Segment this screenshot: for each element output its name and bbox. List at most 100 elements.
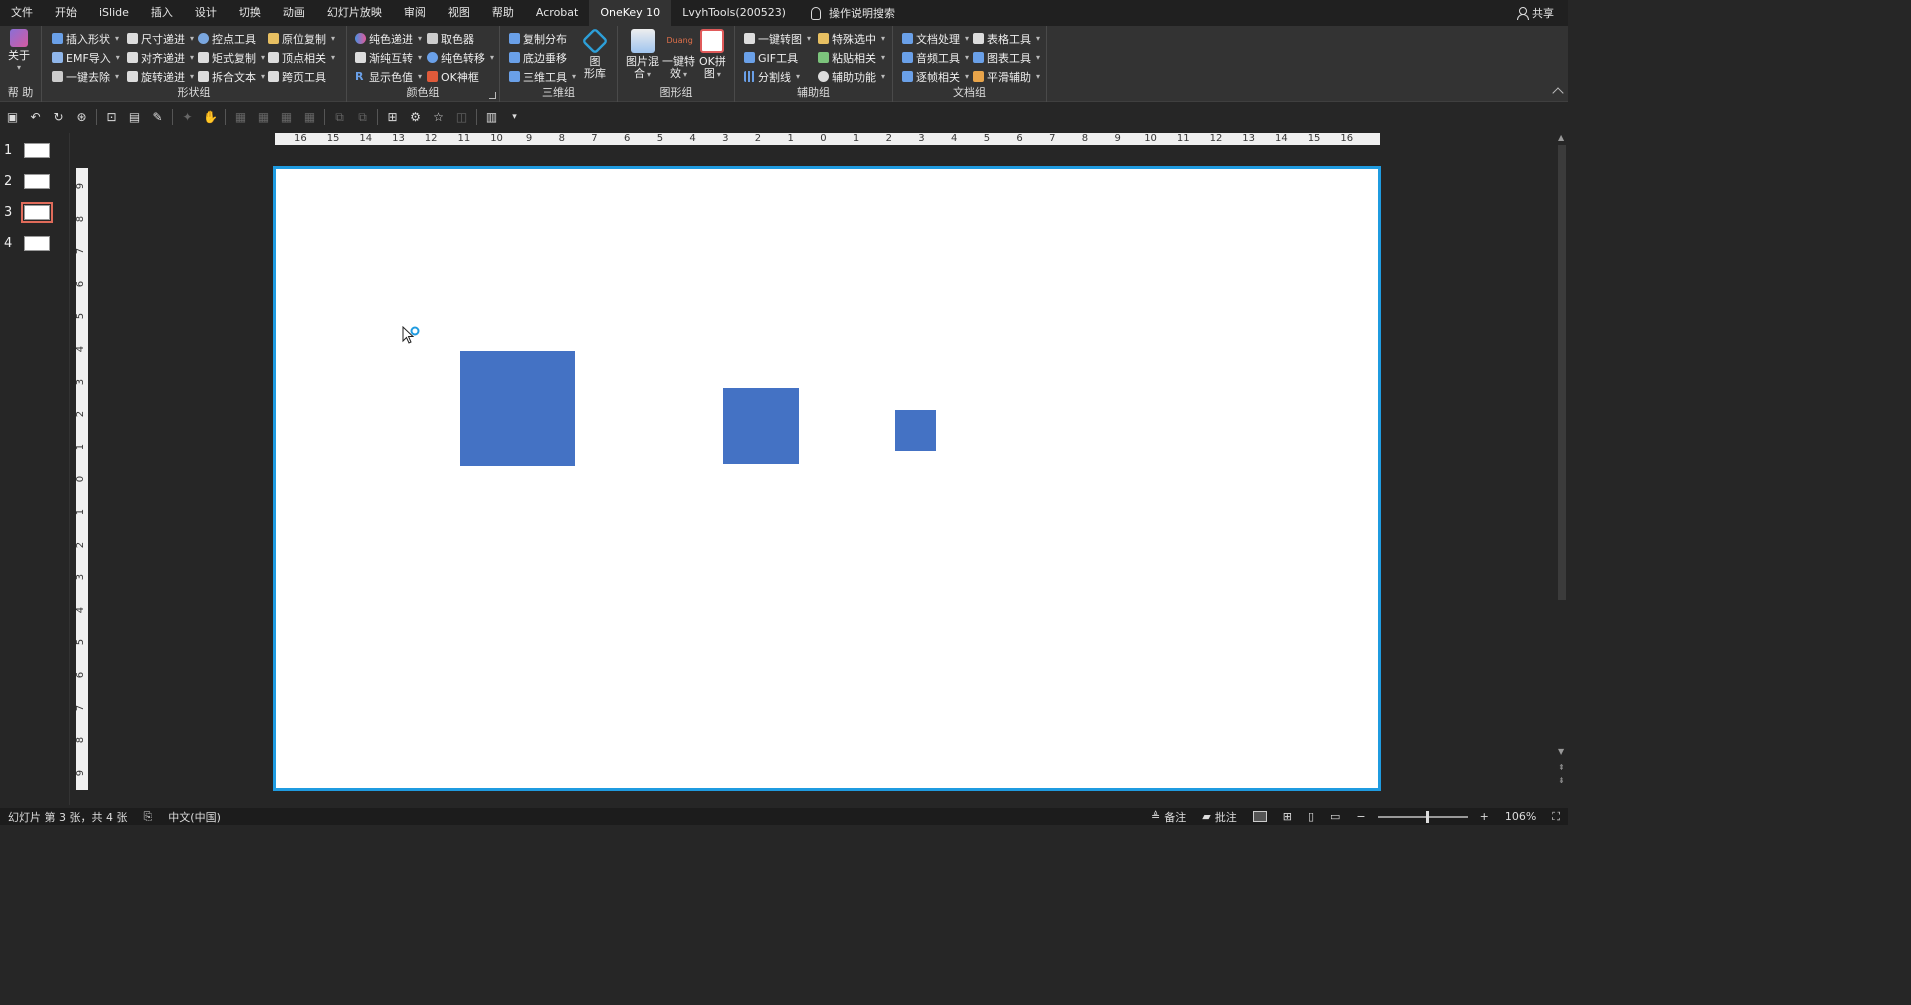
matrix-copy-button[interactable]: 矩式复制 [198, 48, 265, 67]
tab-animations[interactable]: 动画 [272, 0, 316, 26]
tab-design[interactable]: 设计 [184, 0, 228, 26]
hand-icon[interactable]: ✋ [202, 109, 219, 126]
fit-to-window-icon[interactable]: ⛶ [1544, 810, 1568, 824]
slideshow-button[interactable]: ▭ [1322, 810, 1348, 823]
tab-home[interactable]: 开始 [44, 0, 88, 26]
textbox-icon[interactable]: ▤ [126, 109, 143, 126]
save-icon[interactable]: ▣ [4, 109, 21, 126]
about-button[interactable]: 关于 ▾ [8, 29, 30, 74]
in-place-copy-button[interactable]: 原位复制 [268, 29, 335, 48]
solid-color-transfer-button[interactable]: 纯色转移 [427, 48, 494, 67]
assist-icon [818, 71, 829, 82]
customize-toolbar-icon[interactable]: ▾ [506, 109, 523, 126]
ok-puzzle-button[interactable]: OK拼 图 [699, 29, 726, 81]
chart-tool-button[interactable]: 图表工具 [973, 48, 1040, 67]
zoom-out-button[interactable]: − [1348, 810, 1373, 823]
slide-thumbnail[interactable]: 1 [4, 143, 50, 158]
star-icon[interactable]: ☆ [430, 109, 447, 126]
horizontal-ruler[interactable]: 16 15 14 13 12 11 10 9 8 7 6 5 4 3 2 1 0 1 2 3 4 5 6 7 8 9 10 11 12 1… [275, 133, 1380, 145]
special-select-button[interactable]: 特殊选中 [818, 29, 885, 48]
undo-icon[interactable]: ↶ [27, 109, 44, 126]
accessibility-icon[interactable]: ⎘ [135, 810, 160, 824]
group-icon: ⧉ [335, 109, 344, 124]
vertical-ruler[interactable]: 9 8 7 6 5 4 3 2 1 0 1 2 3 4 5 6 7 8 9 [76, 168, 88, 790]
gif-tool-button[interactable]: GIF工具 [744, 48, 811, 67]
slide-preview [24, 236, 50, 251]
slide-sorter-button[interactable]: ⊞ [1275, 810, 1300, 823]
slide-thumbnail[interactable]: 2 [4, 174, 50, 189]
gradient-solid-convert-button[interactable]: 渐纯互转 [355, 48, 422, 67]
notes-button[interactable]: ≜ 备注 [1143, 809, 1194, 825]
one-click-effect-button[interactable]: Duang 一键特 效 [662, 29, 695, 81]
vertex-related-button[interactable]: 顶点相关 [268, 48, 335, 67]
ruler-tick-label: 8 [1081, 133, 1089, 144]
format-painter-icon[interactable]: ⊛ [73, 109, 90, 126]
powerpoint-window: 文件 开始 iSlide 插入 设计 切换 动画 幻灯片放映 审阅 视图 帮助 … [0, 0, 1568, 825]
tab-insert[interactable]: 插入 [140, 0, 184, 26]
document-process-button[interactable]: 文档处理 [902, 29, 969, 48]
control-point-tool-button[interactable]: 控点工具 [198, 29, 265, 48]
tab-onekey[interactable]: OneKey 10 [589, 0, 672, 26]
insert-shape-button[interactable]: 插入形状 [52, 29, 120, 48]
slide-thumbnail-active[interactable]: 3 [4, 202, 53, 223]
zoom-slider-thumb[interactable] [1425, 810, 1429, 823]
table-icon [973, 33, 984, 44]
lightbulb-icon [810, 6, 821, 20]
tab-file[interactable]: 文件 [0, 0, 44, 26]
audio-tool-button[interactable]: 音频工具 [902, 48, 969, 67]
layout-icon[interactable]: ▥ [483, 109, 500, 126]
comments-button[interactable]: ▰ 批注 [1194, 809, 1244, 825]
ruler-tick-label: 5 [983, 133, 991, 144]
collapse-ribbon-icon[interactable] [1552, 87, 1564, 99]
image-blend-button[interactable]: 图片混 合 [626, 29, 659, 81]
scroll-up-icon[interactable]: ▲ [1558, 133, 1564, 142]
scrollbar-thumb[interactable] [1558, 145, 1566, 600]
next-slide-icon[interactable]: ⇟ [1558, 776, 1565, 785]
solid-color-progression-button[interactable]: 纯色递进 [355, 29, 422, 48]
new-slide-icon[interactable]: ⊡ [103, 109, 120, 126]
copy-distribute-button[interactable]: 复制分布 [509, 29, 576, 48]
language-label[interactable]: 中文(中国) [160, 809, 229, 825]
tab-islide[interactable]: iSlide [88, 0, 140, 26]
brush-icon[interactable]: ✎ [149, 109, 166, 126]
reading-view-button[interactable]: ▯ [1300, 810, 1322, 823]
tell-me-search[interactable]: 操作说明搜索 [797, 5, 895, 21]
tab-review[interactable]: 审阅 [393, 0, 437, 26]
tab-view[interactable]: 视图 [437, 0, 481, 26]
ruler-tick-label: 7 [591, 133, 598, 144]
zoom-slider[interactable] [1377, 810, 1468, 823]
medium-square-shape[interactable] [723, 388, 799, 464]
emf-icon [52, 52, 63, 63]
ruler-tick-label: 10 [490, 133, 503, 144]
slide-canvas[interactable] [273, 166, 1381, 791]
color-picker-button[interactable]: 取色器 [427, 29, 494, 48]
slide-thumbnail[interactable]: 4 [4, 236, 50, 251]
tab-slideshow[interactable]: 幻灯片放映 [316, 0, 393, 26]
tab-help[interactable]: 帮助 [481, 0, 525, 26]
paste-related-button[interactable]: 粘贴相关 [818, 48, 885, 67]
grid-icon[interactable]: ⊞ [384, 109, 401, 126]
scroll-down-icon[interactable]: ▼ [1558, 747, 1564, 756]
align-progression-button[interactable]: 对齐递进 [127, 48, 194, 67]
tab-acrobat[interactable]: Acrobat [525, 0, 589, 26]
size-bars-icon [127, 33, 138, 44]
small-square-shape[interactable] [895, 410, 936, 451]
previous-slide-icon[interactable]: ⇞ [1558, 763, 1565, 772]
gear-icon[interactable]: ⚙ [407, 109, 424, 126]
ruler-tick-label: 6 [76, 671, 87, 679]
table-tool-button[interactable]: 表格工具 [973, 29, 1040, 48]
bottom-vertical-move-button[interactable]: 底边垂移 [509, 48, 576, 67]
redo-icon[interactable]: ↻ [50, 109, 67, 126]
tab-transitions[interactable]: 切换 [228, 0, 272, 26]
share-button[interactable]: 共享 [1517, 0, 1554, 26]
shape-library-button[interactable]: 图 形库 [581, 27, 609, 80]
large-square-shape[interactable] [460, 351, 575, 466]
vertical-scrollbar[interactable]: ▲ ▼ ⇞ ⇟ [1556, 131, 1568, 805]
one-click-to-image-button[interactable]: 一键转图 [744, 29, 811, 48]
zoom-level[interactable]: 106% [1497, 810, 1544, 823]
emf-import-button[interactable]: EMF导入 [52, 48, 120, 67]
normal-view-button[interactable] [1245, 811, 1275, 822]
size-progression-button[interactable]: 尺寸递进 [127, 29, 194, 48]
zoom-in-button[interactable]: + [1472, 810, 1497, 823]
tab-lvyhtools[interactable]: LvyhTools(200523) [671, 0, 797, 26]
